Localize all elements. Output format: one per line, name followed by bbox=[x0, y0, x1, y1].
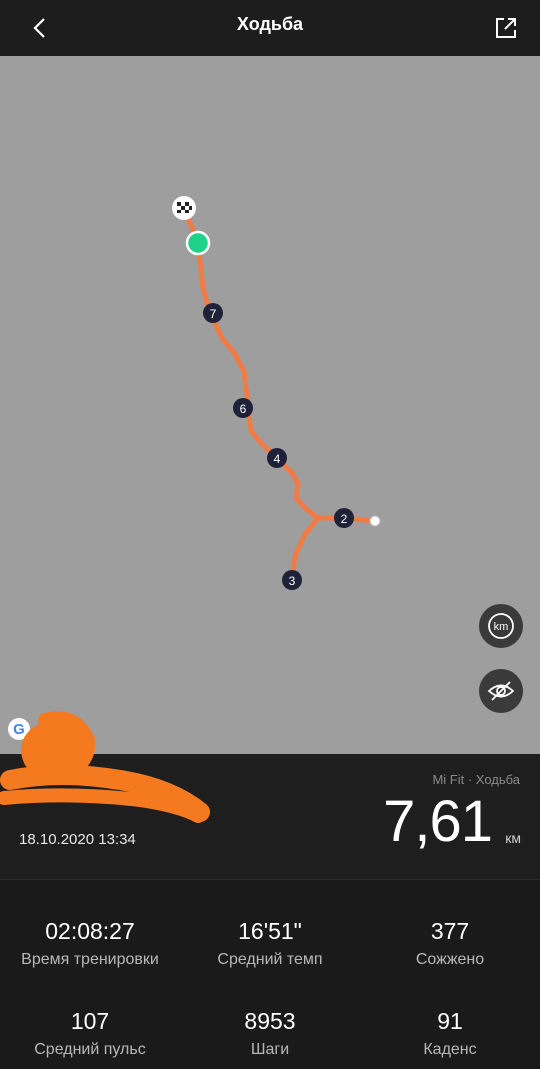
stat-value: 16'51" bbox=[238, 918, 302, 944]
share-button[interactable] bbox=[488, 10, 524, 46]
stat-calories: 377 Сожжено bbox=[360, 918, 540, 969]
stat-value: 377 bbox=[430, 918, 470, 944]
km-markers-toggle-button[interactable]: km bbox=[479, 604, 523, 648]
stat-label: Средний пульс bbox=[34, 1041, 146, 1058]
route-path-layer: 7 6 4 2 3 bbox=[172, 196, 381, 590]
route-branch-path bbox=[289, 515, 321, 583]
stat-value: 8953 bbox=[244, 1008, 296, 1034]
stat-duration: 02:08:27 Время тренировки bbox=[0, 918, 180, 969]
stat-value: 107 bbox=[70, 1008, 110, 1034]
redaction-scribble bbox=[0, 711, 210, 823]
stats-grid: 02:08:27 Время тренировки 16'51" Средний… bbox=[0, 880, 540, 1069]
distance-unit: км bbox=[505, 830, 521, 846]
svg-text:7: 7 bbox=[210, 307, 217, 321]
svg-text:3: 3 bbox=[289, 574, 296, 588]
km-marker: 7 bbox=[203, 303, 223, 323]
start-flag-icon bbox=[172, 196, 196, 220]
km-marker: 4 bbox=[267, 448, 287, 468]
km-marker: 6 bbox=[233, 398, 253, 418]
stat-avg-pace: 16'51" Средний темп bbox=[180, 918, 360, 969]
stat-value: 91 bbox=[437, 1008, 463, 1034]
eye-off-icon bbox=[487, 681, 515, 701]
end-point-dot bbox=[369, 515, 381, 527]
finish-dot-icon bbox=[185, 230, 211, 256]
svg-text:6: 6 bbox=[240, 402, 247, 416]
stat-label: Сожжено bbox=[415, 951, 485, 968]
top-bar: Ходьба bbox=[0, 0, 540, 56]
hide-map-button[interactable] bbox=[479, 669, 523, 713]
stat-cadence: 91 Каденс bbox=[360, 1008, 540, 1059]
source-label: Mi Fit · Ходьба bbox=[432, 772, 520, 787]
svg-text:4: 4 bbox=[274, 452, 281, 466]
km-marker: 2 bbox=[334, 508, 354, 528]
stat-steps: 8953 Шаги bbox=[180, 1008, 360, 1059]
distance-value: 7,61 bbox=[383, 789, 493, 854]
stat-value: 02:08:27 bbox=[45, 918, 135, 944]
workout-date: 18.10.2020 13:34 bbox=[19, 831, 136, 848]
stat-avg-heart-rate: 107 Средний пульс bbox=[0, 1008, 180, 1059]
svg-text:km: km bbox=[494, 621, 509, 633]
route-main-path bbox=[181, 205, 378, 524]
svg-text:2: 2 bbox=[341, 512, 348, 526]
km-marker: 3 bbox=[282, 570, 302, 590]
route-map[interactable]: 7 6 4 2 3 km G bbox=[0, 56, 540, 754]
share-icon bbox=[496, 18, 516, 38]
km-icon: km bbox=[488, 613, 514, 639]
stat-label: Шаги bbox=[250, 1041, 290, 1058]
stat-label: Время тренировки bbox=[21, 951, 159, 968]
page-title: Ходьба bbox=[236, 14, 304, 34]
stat-label: Средний темп bbox=[217, 951, 323, 968]
stat-label: Каденс bbox=[423, 1041, 477, 1058]
